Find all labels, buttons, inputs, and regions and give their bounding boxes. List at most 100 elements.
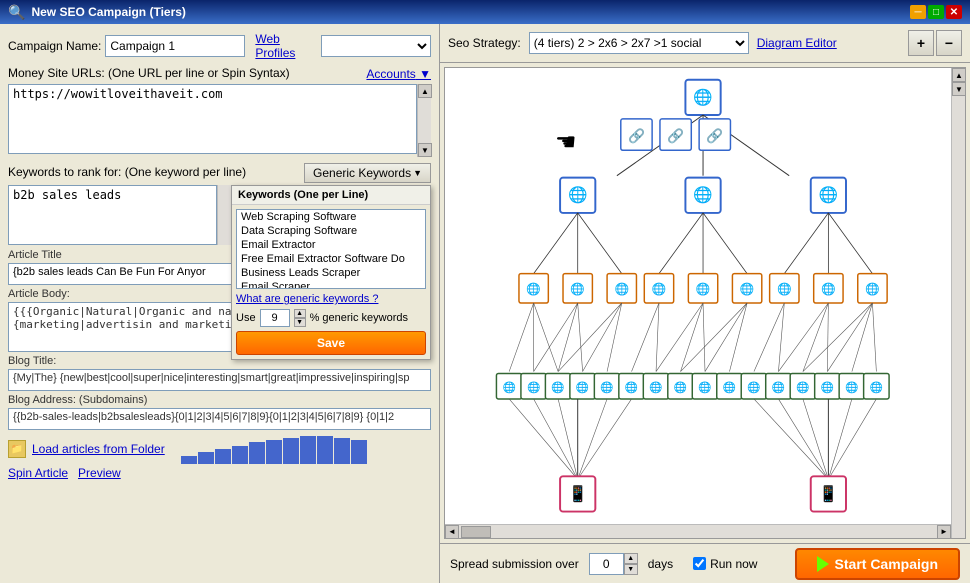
blog-address-section: Blog Address: (Subdomains) {{b2b-sales-l… (8, 394, 431, 430)
svg-text:🌐: 🌐 (821, 282, 836, 296)
svg-text:🌐: 🌐 (652, 282, 667, 296)
seo-strategy-select[interactable]: (4 tiers) 2 > 2x6 > 2x7 >1 social (529, 32, 749, 54)
maximize-button[interactable]: □ (928, 5, 944, 19)
days-input[interactable] (589, 553, 624, 575)
svg-text:🌐: 🌐 (723, 381, 736, 394)
bar-5 (266, 440, 282, 464)
play-icon (817, 556, 829, 572)
svg-text:🌐: 🌐 (772, 381, 785, 394)
svg-text:🌐: 🌐 (570, 282, 585, 296)
svg-text:🌐: 🌐 (614, 282, 629, 296)
blog-address-label: Blog Address: (Subdomains) (8, 394, 431, 406)
h-scroll-right[interactable]: ► (937, 525, 951, 539)
load-articles-link[interactable]: Load articles from Folder (32, 442, 165, 456)
bar-8 (317, 436, 333, 464)
gk-item-3[interactable]: Free Email Extractor Software Do (237, 252, 425, 266)
days-spinner-group: ▲ ▼ (589, 553, 638, 575)
days-up[interactable]: ▲ (624, 553, 638, 564)
hand-cursor-icon: ☚ (555, 128, 577, 157)
blog-title-value: {My|The} {new|best|cool|super|nice|inter… (8, 369, 431, 391)
h-scroll-thumb[interactable] (461, 526, 491, 538)
money-site-header: Money Site URLs: (One URL per line or Sp… (8, 66, 431, 82)
percent-up[interactable]: ▲ (294, 309, 306, 318)
svg-text:🌐: 🌐 (625, 381, 638, 394)
svg-text:🌐: 🌐 (777, 282, 792, 296)
diagram-scrollbar-v[interactable]: ▲ ▼ (951, 68, 965, 538)
svg-text:🌐: 🌐 (551, 381, 564, 394)
title-text: New SEO Campaign (Tiers) (31, 5, 185, 19)
svg-text:🌐: 🌐 (698, 381, 711, 394)
v-scroll-down[interactable]: ▼ (952, 82, 966, 96)
svg-text:🌐: 🌐 (693, 185, 712, 204)
diagram-area[interactable]: ☚ 🌐 🔗 (444, 67, 966, 539)
bottom-bar: Spread submission over ▲ ▼ days Run now … (440, 543, 970, 583)
svg-text:🌐: 🌐 (747, 381, 760, 394)
minimize-button[interactable]: ─ (910, 5, 926, 19)
svg-text:🌐: 🌐 (527, 381, 540, 394)
load-articles-row: 📁 Load articles from Folder (8, 434, 431, 464)
svg-text:🌐: 🌐 (845, 381, 858, 394)
left-panel: Campaign Name: Web Profiles Money Site U… (0, 24, 440, 583)
percent-input[interactable] (260, 309, 290, 327)
blog-address-value: {{b2b-sales-leads|b2bsalesleads}{0|1|2|3… (8, 408, 431, 430)
web-profiles-select[interactable] (321, 35, 431, 57)
days-spinner[interactable]: ▲ ▼ (624, 553, 638, 575)
start-campaign-label: Start Campaign (835, 556, 938, 572)
zoom-in-button[interactable]: + (908, 30, 934, 56)
generic-keywords-popup: Keywords (One per Line) Web Scraping Sof… (231, 185, 431, 360)
campaign-name-label: Campaign Name: (8, 39, 101, 53)
gk-item-5[interactable]: Email Scraper (237, 280, 425, 289)
bar-chart (181, 434, 367, 464)
zoom-out-button[interactable]: − (936, 30, 962, 56)
svg-text:🌐: 🌐 (568, 185, 588, 204)
scroll-up-btn[interactable]: ▲ (418, 84, 432, 98)
preview-link[interactable]: Preview (78, 466, 121, 480)
seo-strategy-label: Seo Strategy: (448, 36, 521, 50)
accounts-link[interactable]: Accounts ▼ (366, 67, 431, 81)
window-controls: ─ □ ✕ (910, 5, 962, 19)
keywords-label: Keywords to rank for: (One keyword per l… (8, 165, 246, 179)
generic-keywords-button[interactable]: Generic Keywords (304, 163, 431, 183)
gk-item-2[interactable]: Email Extractor (237, 238, 425, 252)
percent-spinner[interactable]: ▲ ▼ (294, 309, 306, 327)
folder-button[interactable]: 📁 (8, 440, 26, 458)
gk-item-4[interactable]: Business Leads Scraper (237, 266, 425, 280)
money-site-urls-input[interactable]: https://wowitloveithaveit.com (8, 84, 417, 154)
bar-0 (181, 456, 197, 464)
scroll-down-btn[interactable]: ▼ (418, 143, 432, 157)
gk-item-0[interactable]: Web Scraping Software (237, 210, 425, 224)
campaign-name-input[interactable] (105, 35, 245, 57)
web-profiles-link[interactable]: Web Profiles (255, 32, 317, 60)
h-scroll-left[interactable]: ◄ (445, 525, 459, 539)
app-icon: 🔍 (8, 4, 25, 21)
v-scroll-up[interactable]: ▲ (952, 68, 966, 82)
gk-save-button[interactable]: Save (236, 331, 426, 355)
diagram-editor-link[interactable]: Diagram Editor (757, 36, 837, 50)
what-are-generic-link[interactable]: What are generic keywords ? (236, 293, 426, 305)
right-panel: Seo Strategy: (4 tiers) 2 > 2x6 > 2x7 >1… (440, 24, 970, 583)
percent-down[interactable]: ▼ (294, 318, 306, 327)
run-now-checkbox[interactable] (693, 557, 706, 570)
bar-7 (300, 436, 316, 464)
diagram-scrollbar-h[interactable]: ◄ ► (445, 524, 951, 538)
bar-6 (283, 438, 299, 464)
svg-text:🌐: 🌐 (649, 381, 662, 394)
start-campaign-button[interactable]: Start Campaign (795, 548, 960, 580)
run-now-row: Run now (693, 557, 757, 571)
days-down[interactable]: ▼ (624, 564, 638, 575)
keywords-input[interactable]: b2b sales leads (8, 185, 217, 245)
bar-2 (215, 449, 231, 464)
close-button[interactable]: ✕ (946, 5, 962, 19)
money-site-label: Money Site URLs: (One URL per line or Sp… (8, 66, 290, 80)
gk-use-row: Use ▲ ▼ % generic keywords (236, 309, 426, 327)
gk-keywords-list[interactable]: Web Scraping Software Data Scraping Soft… (236, 209, 426, 289)
spread-label: Spread submission over (450, 557, 579, 571)
spin-article-link[interactable]: Spin Article (8, 466, 68, 480)
seo-header: Seo Strategy: (4 tiers) 2 > 2x6 > 2x7 >1… (440, 24, 970, 63)
title-bar: 🔍 New SEO Campaign (Tiers) ─ □ ✕ (0, 0, 970, 24)
svg-text:🌐: 🌐 (502, 381, 515, 394)
spin-preview-row: Spin Article Preview (8, 466, 431, 480)
gk-item-1[interactable]: Data Scraping Software (237, 224, 425, 238)
campaign-name-row: Campaign Name: Web Profiles (8, 32, 431, 60)
svg-text:🌐: 🌐 (526, 282, 541, 296)
